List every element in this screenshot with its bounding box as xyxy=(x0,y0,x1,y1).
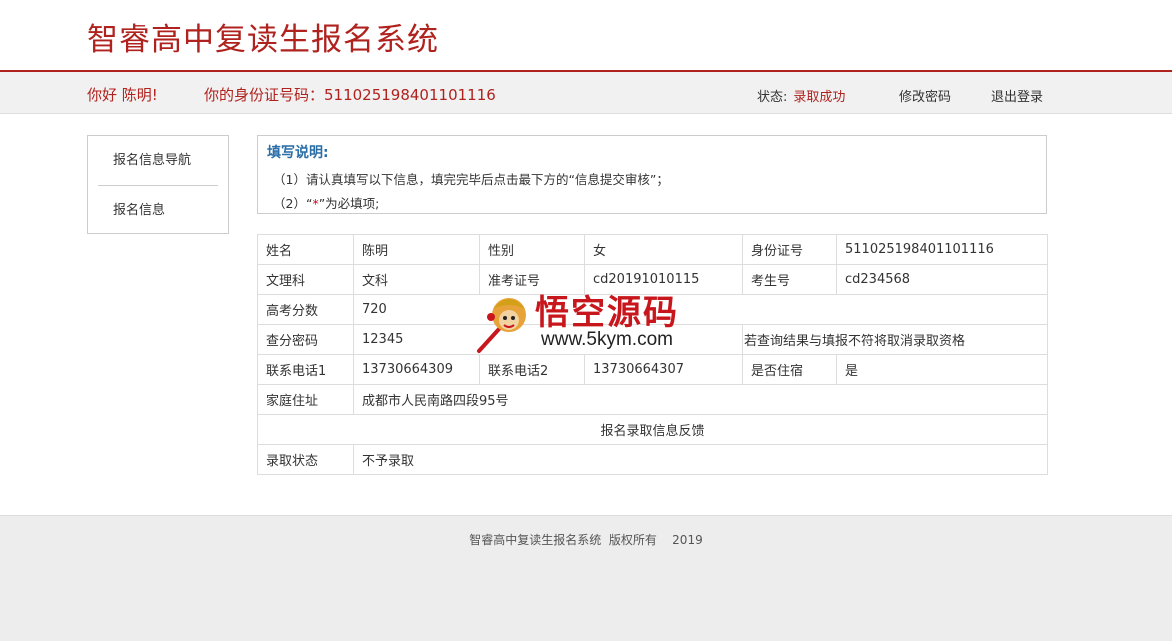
instructions-title: 填写说明: xyxy=(267,145,329,161)
logout-link[interactable]: 退出登录 xyxy=(991,86,1043,105)
site-header: 智睿高中复读生报名系统 xyxy=(0,0,1172,72)
boarding-label: 是否住宿 xyxy=(742,354,837,385)
score-label: 高考分数 xyxy=(257,294,354,325)
change-password-link[interactable]: 修改密码 xyxy=(899,86,951,105)
feedback-section-header: 报名录取信息反馈 xyxy=(257,414,1048,445)
status-indicator: 状态: 录取成功 xyxy=(757,86,845,105)
admission-ticket-label: 准考证号 xyxy=(479,264,585,295)
instruction-line-2: （2）“*”为必填项; xyxy=(273,193,379,212)
id-number-text: 你的身份证号码：511025198401101116 xyxy=(204,86,496,104)
instruction-line-2-post: ”为必填项; xyxy=(318,196,380,211)
gender-label: 性别 xyxy=(479,234,585,265)
phone2-value: 13730664307 xyxy=(584,354,743,385)
address-value: 成都市人民南路四段95号 xyxy=(353,384,1048,415)
admission-status-label: 录取状态 xyxy=(257,444,354,475)
idcard-label: 身份证号 xyxy=(742,234,837,265)
score-value: 720 xyxy=(353,294,1048,325)
status-label: 状态: xyxy=(757,90,788,105)
user-bar: 你好 陈明! 你的身份证号码：511025198401101116 状态: 录取成… xyxy=(0,72,1172,114)
name-value: 陈明 xyxy=(353,234,480,265)
phone1-value: 13730664309 xyxy=(353,354,480,385)
side-navigation: 报名信息导航 报名信息 xyxy=(87,135,229,234)
sidenav-item-registration-info[interactable]: 报名信息 xyxy=(88,186,228,235)
status-value: 录取成功 xyxy=(793,90,846,105)
instruction-line-1: （1）请认真填写以下信息，填完完毕后点击最下方的“信息提交审核”； xyxy=(273,172,669,187)
greeting-text: 你好 陈明! xyxy=(87,86,158,104)
copyright-text: 智睿高中复读生报名系统 版权所有 2019 xyxy=(469,533,703,547)
examinee-number-value: cd234568 xyxy=(836,264,1048,295)
score-password-note: 若查询结果与填报不符将取消录取资格 xyxy=(742,324,1048,355)
track-label: 文理科 xyxy=(257,264,354,295)
admission-ticket-value: cd20191010115 xyxy=(584,264,743,295)
instruction-line-2-pre: （2）“ xyxy=(273,196,313,211)
track-value: 文科 xyxy=(353,264,480,295)
page-footer: 智睿高中复读生报名系统 版权所有 2019 xyxy=(0,515,1172,641)
score-password-value: 12345 xyxy=(353,324,743,355)
examinee-number-label: 考生号 xyxy=(742,264,837,295)
table-row: 报名录取信息反馈 xyxy=(257,414,1048,445)
score-password-label: 查分密码 xyxy=(257,324,354,355)
admission-status-value: 不予录取 xyxy=(353,444,1048,475)
site-title: 智睿高中复读生报名系统 xyxy=(87,22,439,58)
table-row: 姓名 陈明 性别 女 身份证号 511025198401101116 xyxy=(257,234,1048,265)
table-row: 家庭住址 成都市人民南路四段95号 xyxy=(257,384,1048,415)
idcard-value: 511025198401101116 xyxy=(836,234,1048,265)
name-label: 姓名 xyxy=(257,234,354,265)
phone1-label: 联系电话1 xyxy=(257,354,354,385)
registration-info-table: 姓名 陈明 性别 女 身份证号 511025198401101116 文理科 文… xyxy=(257,234,1048,475)
sidenav-item-registration-nav[interactable]: 报名信息导航 xyxy=(88,136,228,185)
phone2-label: 联系电话2 xyxy=(479,354,585,385)
instructions-panel: 填写说明: （1）请认真填写以下信息，填完完毕后点击最下方的“信息提交审核”； … xyxy=(257,135,1047,214)
gender-value: 女 xyxy=(584,234,743,265)
table-row: 查分密码 12345 若查询结果与填报不符将取消录取资格 xyxy=(257,324,1048,355)
table-row: 高考分数 720 xyxy=(257,294,1048,325)
table-row: 文理科 文科 准考证号 cd20191010115 考生号 cd234568 xyxy=(257,264,1048,295)
address-label: 家庭住址 xyxy=(257,384,354,415)
boarding-value: 是 xyxy=(836,354,1048,385)
table-row: 录取状态 不予录取 xyxy=(257,444,1048,475)
table-row: 联系电话1 13730664309 联系电话2 13730664307 是否住宿… xyxy=(257,354,1048,385)
